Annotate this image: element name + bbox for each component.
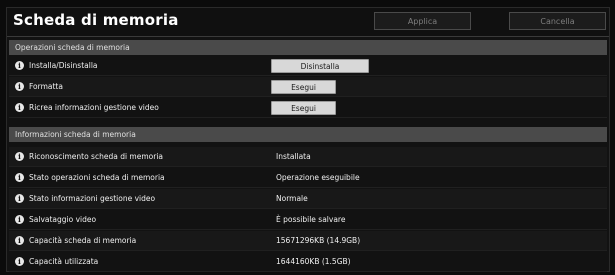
row-label: Stato informazioni gestione video	[29, 194, 156, 203]
info-icon[interactable]: i	[15, 82, 24, 91]
cancel-button[interactable]: Cancella	[509, 12, 606, 30]
info-icon[interactable]: i	[15, 194, 24, 203]
title-bar: Scheda di memoria Applica Cancella	[7, 8, 609, 37]
row-label: Installa/Disinstalla	[29, 61, 98, 70]
row-label: Capacità utilizzata	[29, 257, 99, 266]
page-title: Scheda di memoria	[13, 11, 179, 29]
row-operation-status: i Stato operazioni scheda di memoria Ope…	[9, 168, 607, 188]
info-icon[interactable]: i	[15, 61, 24, 70]
row-card-recognition: i Riconoscimento scheda di memoria Insta…	[9, 147, 607, 167]
info-icon[interactable]: i	[15, 173, 24, 182]
section-header-information: Informazioni scheda di memoria	[9, 127, 607, 142]
row-label: Ricrea informazioni gestione video	[29, 103, 159, 112]
row-format: i Formatta Esegui	[9, 77, 607, 97]
info-icon[interactable]: i	[15, 257, 24, 266]
row-install-uninstall: i Installa/Disinstalla Disinstalla	[9, 56, 607, 76]
row-value: È possibile salvare	[276, 215, 346, 224]
row-label: Stato operazioni scheda di memoria	[29, 173, 165, 182]
section-header-operations: Operazioni scheda di memoria	[9, 40, 607, 55]
info-icon[interactable]: i	[15, 215, 24, 224]
format-execute-button[interactable]: Esegui	[271, 80, 336, 94]
row-value: 1644160KB (1.5GB)	[276, 257, 351, 266]
info-icon[interactable]: i	[15, 103, 24, 112]
rebuild-execute-button[interactable]: Esegui	[271, 101, 336, 115]
row-label: Salvataggio video	[29, 215, 97, 224]
info-icon[interactable]: i	[15, 236, 24, 245]
row-video-saving: i Salvataggio video È possibile salvare	[9, 210, 607, 230]
uninstall-button[interactable]: Disinstalla	[271, 59, 369, 73]
apply-button[interactable]: Applica	[374, 12, 471, 30]
row-label: Capacità scheda di memoria	[29, 236, 137, 245]
memory-card-panel: Scheda di memoria Applica Cancella Opera…	[6, 7, 610, 272]
row-card-capacity: i Capacità scheda di memoria 15671296KB …	[9, 231, 607, 251]
row-used-capacity: i Capacità utilizzata 1644160KB (1.5GB)	[9, 252, 607, 272]
row-label: Riconoscimento scheda di memoria	[29, 152, 163, 161]
row-rebuild-video-info: i Ricrea informazioni gestione video Ese…	[9, 98, 607, 118]
row-label: Formatta	[29, 82, 63, 91]
row-value: Installata	[276, 152, 311, 161]
row-value: Operazione eseguibile	[276, 173, 360, 182]
row-value: 15671296KB (14.9GB)	[276, 236, 361, 245]
row-value: Normale	[276, 194, 308, 203]
row-video-info-status: i Stato informazioni gestione video Norm…	[9, 189, 607, 209]
info-icon[interactable]: i	[15, 152, 24, 161]
